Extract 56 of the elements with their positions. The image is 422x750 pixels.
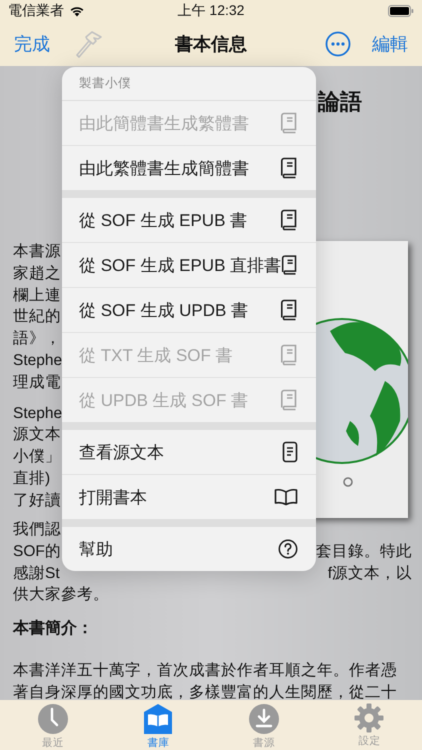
menu-item[interactable]: 打開書本 xyxy=(62,474,316,519)
tab[interactable]: 書源 xyxy=(234,703,294,750)
menu-item[interactable]: 查看源文本 xyxy=(62,430,316,474)
carrier-label: 電信業者 xyxy=(8,2,64,20)
open-book-icon xyxy=(274,488,298,506)
text-line: 世紀的 xyxy=(13,308,61,326)
screen-title: 書本信息 xyxy=(175,33,247,56)
text-line: 理成電 xyxy=(13,374,61,391)
text-line: 套目錄。特此 xyxy=(316,542,412,562)
text-line: Stephe xyxy=(13,404,62,422)
document-icon xyxy=(282,441,298,463)
text-line: 供大家參考。 xyxy=(13,585,109,606)
menu-item[interactable]: 從 SOF 生成 EPUB 直排書 xyxy=(62,242,316,287)
done-button[interactable]: 完成 xyxy=(14,32,50,56)
section-heading: 本書簡介： xyxy=(13,618,94,640)
book-icon xyxy=(280,299,298,321)
book-icon xyxy=(280,344,298,366)
tab[interactable]: 設定 xyxy=(339,703,400,748)
text-line: 家趙之 xyxy=(13,264,61,282)
paragraph-line: 本書洋洋五十萬字，首次成書於作者耳順之年。作者憑 xyxy=(13,660,398,682)
library-icon xyxy=(144,703,172,735)
paragraph-line: 著自身深厚的國文功底，多樣豐富的人生閱歷，從二十 xyxy=(13,682,398,703)
text-line: SOF的 xyxy=(13,542,61,562)
text-line: 語》， xyxy=(13,330,61,348)
book-icon xyxy=(280,209,298,231)
clock-time: 上午 12:32 xyxy=(178,2,244,20)
gear-icon xyxy=(354,703,384,733)
tab[interactable]: 書庫 xyxy=(128,703,188,750)
text-line: 本書源 xyxy=(13,243,61,260)
book-title: 論語 xyxy=(318,88,362,116)
menu-item[interactable]: 從 SOF 生成 UPDB 書 xyxy=(62,287,316,332)
text-line: 小僕」 xyxy=(13,448,61,466)
text-line: 欄上連 xyxy=(13,286,61,304)
edit-button[interactable]: 編輯 xyxy=(372,32,408,56)
text-line: Stephe xyxy=(13,352,62,369)
clock-icon xyxy=(36,703,69,735)
text-line: 直排) xyxy=(13,470,50,487)
help-icon xyxy=(278,539,298,559)
book-icon xyxy=(280,112,298,134)
text-line: 我們認 xyxy=(13,520,61,540)
book-icon xyxy=(280,389,298,411)
text-line: f源文本，以 xyxy=(328,564,412,584)
text-line: 了好讀 xyxy=(13,492,61,509)
menu-item[interactable]: 從 SOF 生成 EPUB 書 xyxy=(62,198,316,242)
battery-icon xyxy=(388,5,414,17)
book-icon xyxy=(281,254,298,276)
menu-item[interactable]: 由此繁體書生成簡體書 xyxy=(62,145,316,190)
tab[interactable]: 最近 xyxy=(22,703,83,750)
menu-item[interactable]: 幫助 xyxy=(62,527,316,571)
menu-title: 製書小僕 xyxy=(62,67,316,101)
text-line: 感謝St xyxy=(13,564,60,584)
book-icon xyxy=(280,157,298,179)
more-icon[interactable] xyxy=(325,31,351,57)
wifi-icon xyxy=(69,5,85,17)
text-line: 源文本 xyxy=(13,426,61,444)
download-icon xyxy=(248,703,280,735)
